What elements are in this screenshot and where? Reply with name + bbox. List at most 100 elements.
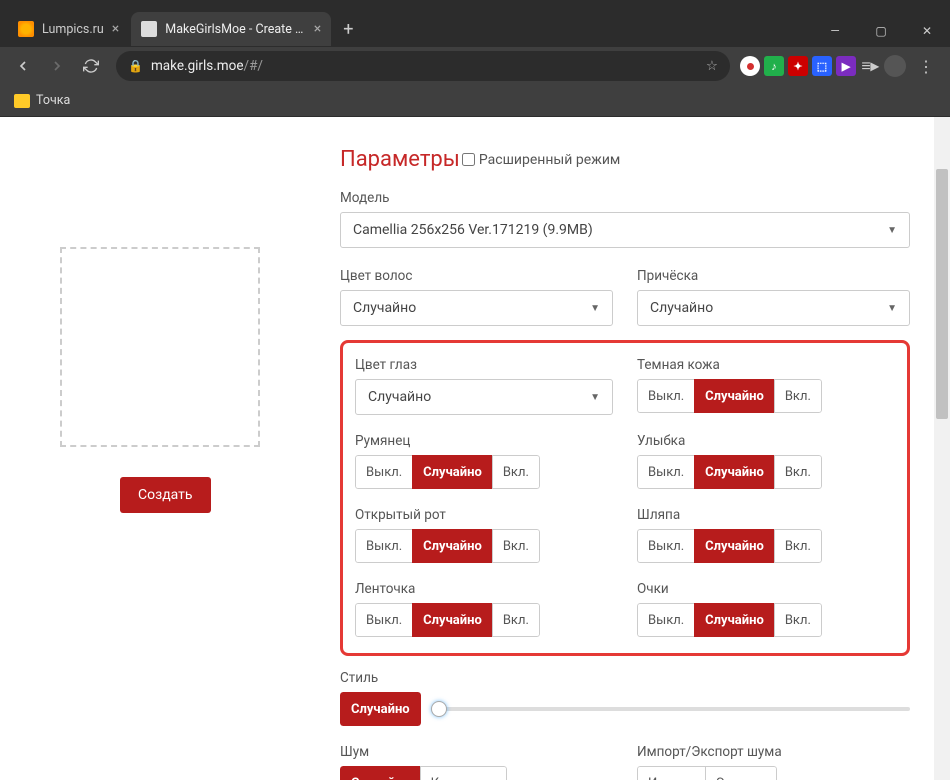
dark-skin-label: Темная кожа [637, 357, 895, 373]
hairstyle-value: Случайно [650, 300, 713, 316]
bookmarks-bar: Точка [0, 85, 950, 117]
advanced-checkbox[interactable] [462, 153, 475, 166]
style-slider[interactable] [431, 707, 910, 711]
page-content: Создать Параметры Расширенный режим Моде… [0, 117, 950, 780]
toggle-random[interactable]: Случайно [412, 529, 493, 563]
noise-import[interactable]: Импорт [637, 766, 706, 780]
profile-avatar[interactable] [884, 55, 906, 77]
eye-color-value: Случайно [368, 389, 431, 405]
tab-makegirlsmoe[interactable]: MakeGirlsMoe - Create Anime Ch × [131, 12, 331, 46]
address-bar: 🔒 make.girls.moe /#/ ☆ ♪ ✦ ⬚ ▶ ≡▸ ⋮ [0, 47, 950, 85]
minimize-button[interactable]: — [812, 15, 858, 47]
toggle-random[interactable]: Случайно [694, 379, 775, 413]
maximize-button[interactable]: ▢ [858, 15, 904, 47]
hat-label: Шляпа [637, 507, 895, 523]
toggle-random[interactable]: Случайно [694, 603, 775, 637]
favicon-lumpics [18, 21, 34, 37]
ext-green-icon[interactable]: ♪ [764, 56, 784, 76]
caret-icon: ▼ [590, 392, 600, 403]
ext-blue-icon[interactable]: ⬚ [812, 56, 832, 76]
open-mouth-toggle: Выкл. Случайно Вкл. [355, 529, 540, 563]
toggle-on[interactable]: Вкл. [774, 603, 822, 637]
toggle-on[interactable]: Вкл. [492, 529, 540, 563]
url-domain: make.girls.moe [151, 58, 244, 74]
params-header: Параметры Расширенный режим [340, 147, 910, 172]
right-column: Параметры Расширенный режим Модель Camel… [310, 147, 910, 780]
toggle-random[interactable]: Случайно [694, 529, 775, 563]
ribbon-label: Ленточка [355, 581, 613, 597]
menu-button[interactable]: ⋮ [910, 57, 942, 76]
scroll-thumb[interactable] [936, 169, 948, 419]
back-button[interactable] [8, 51, 38, 81]
left-column: Создать [60, 147, 310, 780]
page-viewport: Создать Параметры Расширенный режим Моде… [0, 117, 950, 780]
open-mouth-label: Открытый рот [355, 507, 613, 523]
close-icon[interactable]: × [314, 21, 321, 37]
toggle-on[interactable]: Вкл. [774, 529, 822, 563]
create-button[interactable]: Создать [120, 477, 211, 513]
forward-button[interactable] [42, 51, 72, 81]
bookmark-star-icon[interactable]: ☆ [706, 58, 718, 74]
reload-button[interactable] [76, 51, 106, 81]
eye-color-dropdown[interactable]: Случайно ▼ [355, 379, 613, 415]
window-controls: — ▢ ✕ [812, 15, 950, 47]
style-random[interactable]: Случайно [340, 692, 421, 726]
url-field[interactable]: 🔒 make.girls.moe /#/ ☆ [116, 51, 730, 81]
toggle-off[interactable]: Выкл. [637, 455, 695, 489]
noise-label: Шум [340, 744, 613, 760]
hair-color-dropdown[interactable]: Случайно ▼ [340, 290, 613, 326]
highlighted-options: Цвет глаз Случайно ▼ Темная кожа Выкл. С… [340, 340, 910, 656]
tab-lumpics[interactable]: Lumpics.ru × [8, 12, 129, 46]
toggle-off[interactable]: Выкл. [637, 379, 695, 413]
caret-icon: ▼ [887, 225, 897, 236]
dark-skin-toggle: Выкл. Случайно Вкл. [637, 379, 822, 413]
toggle-off[interactable]: Выкл. [637, 529, 695, 563]
toggle-random[interactable]: Случайно [694, 455, 775, 489]
toggle-on[interactable]: Вкл. [774, 379, 822, 413]
tab-title: MakeGirlsMoe - Create Anime Ch [165, 22, 306, 37]
hat-toggle: Выкл. Случайно Вкл. [637, 529, 822, 563]
toggle-random[interactable]: Случайно [412, 455, 493, 489]
lock-icon: 🔒 [128, 59, 143, 73]
toggle-on[interactable]: Вкл. [774, 455, 822, 489]
toggle-off[interactable]: Выкл. [355, 455, 413, 489]
bookmark-tochka[interactable]: Точка [14, 93, 70, 108]
advanced-label: Расширенный режим [479, 152, 620, 168]
toggle-random[interactable]: Случайно [412, 603, 493, 637]
reading-list-icon[interactable]: ≡▸ [860, 56, 880, 76]
toggle-off[interactable]: Выкл. [637, 603, 695, 637]
ext-purple-icon[interactable]: ▶ [836, 56, 856, 76]
preview-placeholder [60, 247, 260, 447]
scrollbar[interactable] [934, 117, 950, 780]
ext-red-icon[interactable]: ✦ [788, 56, 808, 76]
toggle-off[interactable]: Выкл. [355, 529, 413, 563]
ext-opera-icon[interactable] [740, 56, 760, 76]
glasses-label: Очки [637, 581, 895, 597]
toggle-on[interactable]: Вкл. [492, 455, 540, 489]
blush-toggle: Выкл. Случайно Вкл. [355, 455, 540, 489]
hairstyle-dropdown[interactable]: Случайно ▼ [637, 290, 910, 326]
hairstyle-label: Причёска [637, 268, 910, 284]
blush-label: Румянец [355, 433, 613, 449]
extension-icons: ♪ ✦ ⬚ ▶ ≡▸ ⋮ [740, 55, 942, 77]
new-tab-button[interactable]: + [333, 19, 363, 40]
model-dropdown[interactable]: Camellia 256x256 Ver.171219 (9.9MB) ▼ [340, 212, 910, 248]
close-icon[interactable]: × [112, 21, 119, 37]
toggle-on[interactable]: Вкл. [492, 603, 540, 637]
titlebar: Lumpics.ru × MakeGirlsMoe - Create Anime… [0, 0, 950, 47]
noise-export[interactable]: Экспорт [705, 766, 777, 780]
toggle-off[interactable]: Выкл. [355, 603, 413, 637]
close-window-button[interactable]: ✕ [904, 15, 950, 47]
noise-concrete[interactable]: Конкретно [420, 766, 507, 780]
tab-title: Lumpics.ru [42, 22, 104, 37]
smile-label: Улыбка [637, 433, 895, 449]
slider-thumb[interactable] [431, 701, 447, 717]
bookmark-label: Точка [36, 93, 70, 108]
noise-io-toggle: Импорт Экспорт [637, 766, 777, 780]
style-label: Стиль [340, 670, 910, 686]
noise-random[interactable]: Случайно [340, 766, 421, 780]
noise-import-label: Импорт/Экспорт шума [637, 744, 910, 760]
tab-strip: Lumpics.ru × MakeGirlsMoe - Create Anime… [0, 11, 812, 47]
model-label: Модель [340, 190, 910, 206]
params-title: Параметры [340, 147, 460, 172]
